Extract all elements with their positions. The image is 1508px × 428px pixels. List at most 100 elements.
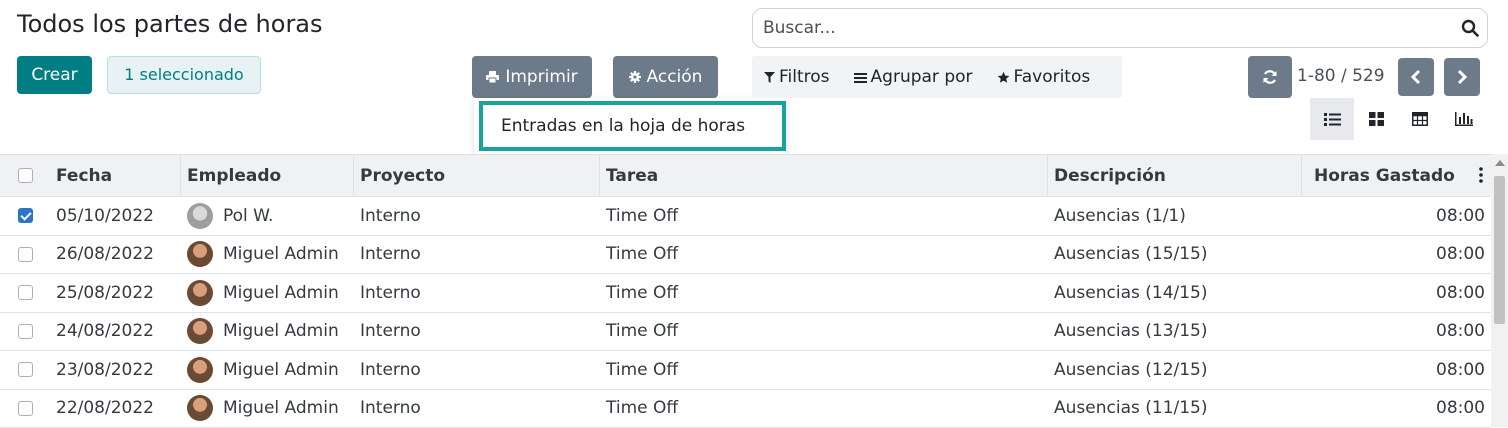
row-checkbox[interactable] [17,362,33,378]
cell-date[interactable]: 24/08/2022 [50,312,181,351]
filters-toggle[interactable]: Filtros [752,67,842,87]
table-row[interactable]: 05/10/2022 Pol W. Interno Time Off Ausen… [0,197,1491,236]
row-checkbox[interactable] [17,323,33,339]
employee-name: Pol W. [223,205,274,226]
row-checkbox[interactable] [17,285,33,301]
column-options-icon[interactable] [1479,167,1483,183]
cell-project[interactable]: Interno [354,312,600,351]
cell-description[interactable]: Ausencias (1/1) [1048,197,1302,236]
cell-project[interactable]: Interno [354,351,600,390]
table-row[interactable]: 26/08/2022 Miguel Admin Interno Time Off… [0,235,1491,274]
cell-date[interactable]: 26/08/2022 [50,235,181,274]
table-scrollbar[interactable] [1491,154,1508,427]
pager-next-button[interactable] [1444,58,1480,96]
cell-description[interactable]: Ausencias (14/15) [1048,274,1302,313]
search-input[interactable] [761,15,1451,41]
cell-project[interactable]: Interno [354,235,600,274]
cell-project[interactable]: Interno [354,197,600,236]
print-button-label: Imprimir [505,67,578,87]
cell-description[interactable]: Ausencias (15/15) [1048,235,1302,274]
table-header-row: Fecha Empleado Proyecto Tarea Descripció… [0,154,1491,197]
print-dropdown-menu: Entradas en la hoja de horas [474,98,786,154]
cell-project[interactable]: Interno [354,389,600,428]
row-checkbox[interactable] [17,400,33,416]
create-button[interactable]: Crear [17,56,92,94]
cell-employee[interactable]: Miguel Admin [181,389,354,428]
cell-date[interactable]: 05/10/2022 [50,197,181,236]
cell-hours[interactable]: 08:00 [1302,235,1491,274]
star-icon [997,71,1009,83]
pivot-view-button[interactable] [1398,98,1442,140]
list-view-button[interactable] [1310,98,1354,140]
employee-name: Miguel Admin [223,282,339,303]
cell-project[interactable]: Interno [354,274,600,313]
cell-task[interactable]: Time Off [600,274,1048,313]
cell-date[interactable]: 23/08/2022 [50,351,181,390]
table-row[interactable]: 25/08/2022 Miguel Admin Interno Time Off… [0,274,1491,313]
table-row[interactable]: 23/08/2022 Miguel Admin Interno Time Off… [0,351,1491,390]
search-icon[interactable] [1461,19,1479,37]
column-header-hours[interactable]: Horas Gastado [1302,154,1491,197]
cell-description[interactable]: Ausencias (12/15) [1048,351,1302,390]
bars-icon [853,72,867,83]
row-select-cell[interactable] [0,235,50,274]
cell-employee[interactable]: Miguel Admin [181,312,354,351]
dropdown-item-timesheet-entries[interactable]: Entradas en la hoja de horas [479,101,786,151]
avatar [187,356,213,383]
favorites-toggle[interactable]: Favoritos [985,67,1103,87]
row-select-cell[interactable] [0,351,50,390]
search-bar[interactable] [752,8,1488,48]
graph-view-button[interactable] [1442,98,1486,140]
cell-employee[interactable]: Miguel Admin [181,274,354,313]
row-select-cell[interactable] [0,312,50,351]
selected-count-badge[interactable]: 1 seleccionado [107,56,261,94]
cell-hours[interactable]: 08:00 [1302,197,1491,236]
cell-description[interactable]: Ausencias (13/15) [1048,312,1302,351]
pager-previous-button[interactable] [1398,58,1434,96]
view-switcher [1310,98,1488,140]
cell-employee[interactable]: Pol W. [181,197,354,236]
row-checkbox[interactable] [17,246,33,262]
select-all-cell[interactable] [0,154,50,197]
avatar [187,202,213,229]
table-row[interactable]: 24/08/2022 Miguel Admin Interno Time Off… [0,312,1491,351]
timesheet-table: Fecha Empleado Proyecto Tarea Descripció… [0,154,1491,428]
reload-button[interactable] [1248,56,1292,98]
cell-hours[interactable]: 08:00 [1302,389,1491,428]
pager-value[interactable]: 1-80 / 529 [1297,66,1385,86]
cell-date[interactable]: 25/08/2022 [50,274,181,313]
cell-date[interactable]: 22/08/2022 [50,389,181,428]
scroll-up-arrow-icon[interactable] [1495,160,1505,166]
column-header-date[interactable]: Fecha [50,154,181,197]
row-select-cell[interactable] [0,389,50,428]
cell-employee[interactable]: Miguel Admin [181,351,354,390]
action-button[interactable]: Acción [613,56,718,98]
cell-task[interactable]: Time Off [600,197,1048,236]
row-checkbox[interactable] [17,208,33,224]
scrollbar-thumb[interactable] [1494,176,1505,324]
row-select-cell[interactable] [0,274,50,313]
avatar [187,395,213,422]
cell-employee[interactable]: Miguel Admin [181,235,354,274]
table-row[interactable]: 22/08/2022 Miguel Admin Interno Time Off… [0,389,1491,428]
cell-hours[interactable]: 08:00 [1302,274,1491,313]
filter-icon [764,71,775,83]
column-header-employee[interactable]: Empleado [181,154,354,197]
cell-task[interactable]: Time Off [600,351,1048,390]
cell-hours[interactable]: 08:00 [1302,351,1491,390]
cell-description[interactable]: Ausencias (11/15) [1048,389,1302,428]
column-header-project[interactable]: Proyecto [354,154,600,197]
kanban-view-button[interactable] [1354,98,1398,140]
cell-task[interactable]: Time Off [600,235,1048,274]
table-body: 05/10/2022 Pol W. Interno Time Off Ausen… [0,197,1491,428]
cell-task[interactable]: Time Off [600,312,1048,351]
action-button-label: Acción [646,67,703,87]
select-all-checkbox[interactable] [17,168,33,183]
cell-task[interactable]: Time Off [600,389,1048,428]
column-header-task[interactable]: Tarea [600,154,1048,197]
column-header-description[interactable]: Descripción [1048,154,1302,197]
row-select-cell[interactable] [0,197,50,236]
cell-hours[interactable]: 08:00 [1302,312,1491,351]
print-button[interactable]: Imprimir [472,56,592,98]
groupby-toggle[interactable]: Agrupar por [842,67,985,87]
